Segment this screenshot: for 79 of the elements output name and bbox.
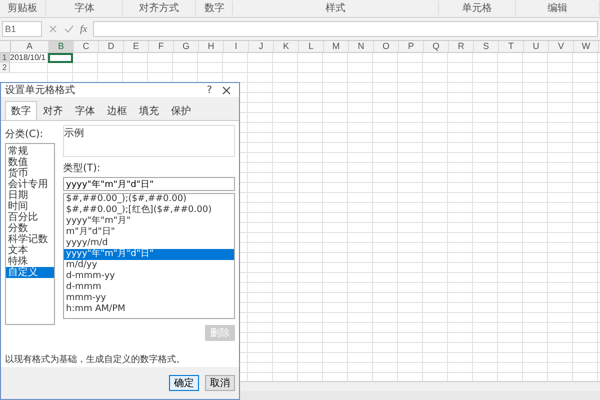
ribbon-group-label: 单元格 [438, 1, 516, 15]
tab[interactable]: 字体 [69, 101, 101, 120]
column-header[interactable]: G [174, 41, 199, 52]
column-header[interactable]: I [224, 41, 249, 52]
column-header[interactable]: V [549, 41, 574, 52]
column-header[interactable]: C [74, 41, 99, 52]
category-item[interactable]: 货币 [6, 168, 54, 179]
category-list[interactable]: 常规 数值 货币 会计专用 日期 时间 百分比 分数 科学记数 文本 特殊 自定义 [5, 143, 55, 325]
ribbon-group-label: 样式 [233, 1, 439, 15]
type-input[interactable]: yyyy"年"m"月"d"日" [63, 177, 235, 191]
column-header[interactable]: O [374, 41, 399, 52]
dialog-title: 设置单元格格式 [5, 84, 75, 97]
type-item[interactable]: h:mm AM/PM [64, 304, 234, 315]
type-item[interactable]: yyyy"年"m"月" [64, 216, 234, 227]
type-item[interactable]: $#,##0.00_);($#,##0.00) [64, 194, 234, 205]
column-header[interactable]: K [274, 41, 299, 52]
type-list[interactable]: $#,##0.00_);($#,##0.00) $#,##0.00_);[红色]($#,##0.00) yyyy"年"m"月" m"月"d"日" yyyy/m/d yyyy"年"m"月"d"日" m/d/yy d-mmm-yy d-mmm mmm-yy h:mm AM/PM [63, 193, 235, 319]
category-item[interactable]: 分数 [6, 223, 54, 234]
row-header[interactable]: 2 [0, 63, 10, 73]
tab[interactable]: 保护 [165, 101, 197, 120]
name-box[interactable]: B1 [2, 21, 42, 37]
category-item[interactable]: 自定义 [6, 267, 54, 278]
category-item[interactable]: 日期 [6, 190, 54, 201]
type-item[interactable]: $#,##0.00_);[红色]($#,##0.00) [64, 205, 234, 216]
sample-label: 示例 [64, 127, 84, 141]
type-item[interactable]: yyyy"年"m"月"d"日" [64, 249, 234, 260]
column-header[interactable]: N [349, 41, 374, 52]
column-header[interactable]: R [449, 41, 474, 52]
category-item[interactable]: 特殊 [6, 256, 54, 267]
tab[interactable]: 边框 [101, 101, 133, 120]
selected-cell[interactable] [48, 53, 73, 63]
column-header[interactable]: T [499, 41, 524, 52]
type-item[interactable]: m"月"d"日" [64, 227, 234, 238]
insert-function-button[interactable]: fx [80, 24, 88, 34]
column-header[interactable]: B [49, 41, 74, 52]
help-button[interactable]: ? [206, 84, 212, 96]
column-header[interactable]: Q [424, 41, 449, 52]
ribbon-group-label: 字体 [46, 1, 124, 15]
column-header[interactable]: D [99, 41, 124, 52]
description-text: 以现有格式为基础，生成自定义的数字格式。 [1, 347, 239, 367]
ribbon-group-label: 对齐方式 [123, 1, 196, 15]
check-icon[interactable] [64, 24, 74, 34]
column-header[interactable]: E [124, 41, 149, 52]
category-item[interactable]: 常规 [6, 146, 54, 157]
category-item[interactable]: 时间 [6, 201, 54, 212]
ok-button[interactable]: 确定 [169, 375, 199, 391]
type-item[interactable]: yyyy/m/d [64, 238, 234, 249]
cancel-button[interactable]: 取消 [205, 375, 235, 391]
column-header[interactable]: P [399, 41, 424, 52]
formula-input[interactable] [93, 21, 598, 37]
cancel-icon[interactable] [48, 24, 58, 34]
close-icon[interactable] [222, 86, 231, 94]
column-header[interactable]: S [474, 41, 499, 52]
column-header[interactable]: M [324, 41, 349, 52]
type-item[interactable]: m/d/yy [64, 260, 234, 271]
category-item[interactable]: 科学记数 [6, 234, 54, 245]
tab[interactable]: 填充 [133, 101, 165, 120]
column-header[interactable]: L [299, 41, 324, 52]
type-item[interactable]: d-mmm [64, 282, 234, 293]
column-header[interactable]: J [249, 41, 274, 52]
category-item[interactable]: 百分比 [6, 212, 54, 223]
type-item[interactable]: d-mmm-yy [64, 271, 234, 282]
tab[interactable]: 数字 [5, 101, 37, 120]
type-label: 类型(T): [63, 162, 102, 176]
tab[interactable]: 对齐 [37, 101, 69, 120]
column-header[interactable]: F [149, 41, 174, 52]
column-header[interactable]: H [199, 41, 224, 52]
row-header[interactable]: 1 [0, 53, 10, 63]
type-item[interactable]: mmm-yy [64, 293, 234, 304]
column-header[interactable]: U [524, 41, 549, 52]
category-label: 分类(C): [5, 128, 44, 142]
category-item[interactable]: 文本 [6, 245, 54, 256]
ribbon-group-label: 数字 [196, 1, 234, 15]
cell[interactable]: 2018/10/1 [10, 53, 48, 63]
category-item[interactable]: 会计专用 [6, 179, 54, 190]
category-item[interactable]: 数值 [6, 157, 54, 168]
ribbon-group-label: 编辑 [516, 1, 600, 15]
column-header[interactable]: W [574, 41, 599, 52]
ribbon-group-label: 剪贴板 [0, 1, 46, 15]
